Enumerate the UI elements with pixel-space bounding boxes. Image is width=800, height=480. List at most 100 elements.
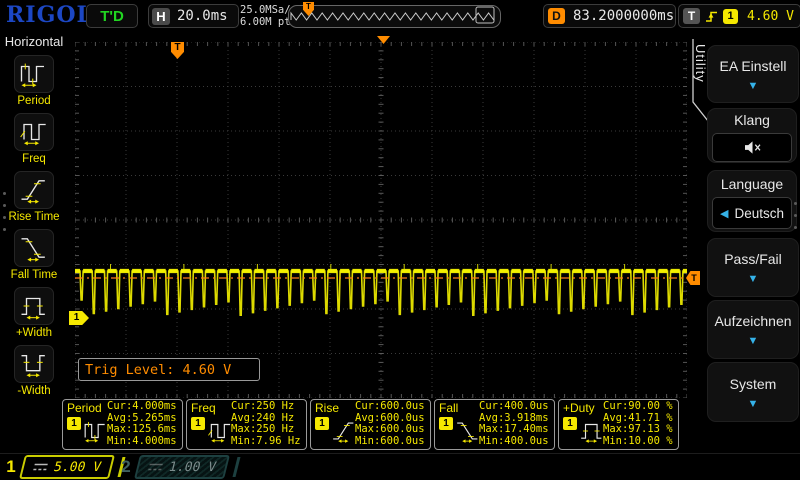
menu-item-label: +Width xyxy=(16,327,52,339)
value-label: Cur: xyxy=(603,400,628,412)
horizontal-timebase-block: H 20.0ms xyxy=(148,4,239,28)
value: 3.918ms xyxy=(504,412,548,424)
measurement-name: Freq xyxy=(191,401,216,415)
channel2-badge[interactable]: 2 1.00 V xyxy=(118,456,238,478)
channel-number: 1 xyxy=(3,457,19,477)
rising-edge-icon xyxy=(705,9,718,23)
trigger-status-text: T'D xyxy=(100,8,124,25)
period-icon xyxy=(83,418,109,444)
dc-coupling-icon xyxy=(32,462,49,472)
delay-block: D 83.2000000ms xyxy=(543,4,676,28)
graticule-and-waveform xyxy=(75,42,687,398)
value: 125.6ms xyxy=(132,423,176,435)
value-label: Avg: xyxy=(603,412,628,424)
channel-badge: 1 xyxy=(315,417,329,430)
measurement-row: Min:600.0us xyxy=(355,436,425,448)
menu-button-pass-fail[interactable]: Pass/Fail ▼ xyxy=(707,238,799,297)
value-label: Min: xyxy=(231,435,256,447)
measurement-values: Cur:600.0us Avg:600.0us Max:600.0us Min:… xyxy=(355,401,425,447)
value-label: Max: xyxy=(355,423,380,435)
trigger-block: T 1 4.60 V xyxy=(678,4,800,28)
timebase-value: 20.0ms xyxy=(177,8,228,24)
measurement-rise: Rise 1 Cur:600.0us Avg:600.0us Max:600.0… xyxy=(310,399,431,450)
menu-item-label: -Width xyxy=(17,385,50,397)
value-label: Max: xyxy=(603,423,628,435)
measurement-row: Min:7.96 Hz xyxy=(231,436,301,448)
fall-time-icon xyxy=(455,418,481,444)
dc-coupling-icon xyxy=(147,462,164,472)
value-label: Max: xyxy=(231,423,256,435)
button-label: Language xyxy=(721,176,783,192)
fall-time-icon xyxy=(19,233,49,263)
value: 41.71 % xyxy=(628,412,672,424)
menu-button-ea-einstell[interactable]: EA Einstell ▼ xyxy=(707,45,799,103)
measurement-values: Cur:4.000ms Avg:5.265ms Max:125.6ms Min:… xyxy=(107,401,177,447)
menu-button-system[interactable]: System ▼ xyxy=(707,362,799,422)
value-label: Avg: xyxy=(479,412,504,424)
measurement-values: Cur:400.0us Avg:3.918ms Max:17.40ms Min:… xyxy=(479,401,549,447)
measurement-row: Min:4.000ms xyxy=(107,436,177,448)
channel-badge: 1 xyxy=(563,417,577,430)
channel-stripe xyxy=(228,457,240,477)
rigol-logo: RIGOL xyxy=(6,2,93,28)
channel1-badge[interactable]: 1 5.00 V xyxy=(3,456,123,478)
chevron-down-icon: ▼ xyxy=(748,81,759,91)
value-label: Cur: xyxy=(107,400,132,412)
neg-width-icon xyxy=(19,349,49,379)
trigger-level-value: 4.60 V xyxy=(747,9,794,24)
value: 4.000ms xyxy=(132,435,176,447)
measurement-bar: Period 1 Cur:4.000ms Avg:5.265ms Max:125… xyxy=(0,398,692,453)
menu-item-fall-time[interactable]: Fall Time xyxy=(0,229,68,281)
channel-scale: 1.00 V xyxy=(167,460,218,475)
menu-item-freq[interactable]: Freq xyxy=(0,113,68,165)
chevron-left-icon: ◀ xyxy=(720,207,728,220)
value-label: Max: xyxy=(107,423,132,435)
menu-page-indicator xyxy=(794,202,797,229)
measurement-row: Min:10.00 % xyxy=(603,436,673,448)
menu-scroll-indicator xyxy=(3,192,6,231)
measurement-values: Cur:250 Hz Avg:240 Hz Max:250 Hz Min:7.9… xyxy=(231,401,301,447)
rise-time-icon xyxy=(331,418,357,444)
period-icon xyxy=(19,59,49,89)
menu-button-aufzeichnen[interactable]: Aufzeichnen ▼ xyxy=(707,300,799,359)
menu-item-label: Period xyxy=(17,95,50,107)
value-label: Min: xyxy=(107,435,132,447)
button-label: System xyxy=(730,376,777,392)
menu-button-language[interactable]: Language ◀ Deutsch xyxy=(707,170,797,232)
preview-waveform xyxy=(289,6,498,25)
value: 17.40ms xyxy=(504,423,548,435)
utility-menu: Utility EA Einstell ▼ Klang Language ◀ D… xyxy=(692,32,800,453)
menu-button-klang[interactable]: Klang xyxy=(707,108,797,163)
trigger-status-badge: T'D xyxy=(86,4,138,28)
channel-badge: 1 xyxy=(439,417,453,430)
menu-item-period[interactable]: Period xyxy=(0,55,68,107)
button-label: Aufzeichnen xyxy=(714,313,791,329)
speaker-muted-icon xyxy=(743,140,762,155)
value: 7.96 Hz xyxy=(256,435,300,447)
value: 250 Hz xyxy=(256,400,294,412)
value: 600.0us xyxy=(380,423,424,435)
waveform-memory-preview: T xyxy=(288,5,501,28)
measurement-row: Min:400.0us xyxy=(479,436,549,448)
measurement-duty: +Duty 1 Cur:90.00 % Avg:41.71 % Max:97.1… xyxy=(558,399,679,450)
value-label: Min: xyxy=(603,435,628,447)
value: 400.0us xyxy=(504,400,548,412)
utility-tab-label: Utility xyxy=(693,44,708,83)
delay-label: D xyxy=(548,8,565,24)
measurement-name: +Duty xyxy=(563,401,595,415)
menu-item-label: Fall Time xyxy=(11,269,58,281)
menu-item-label: Rise Time xyxy=(8,211,59,223)
measurement-period: Period 1 Cur:4.000ms Avg:5.265ms Max:125… xyxy=(62,399,183,450)
value: 4.000ms xyxy=(132,400,176,412)
menu-item-pos-width[interactable]: +Width xyxy=(0,287,68,339)
trig-level-message: Trig Level: 4.60 V xyxy=(78,358,260,381)
menu-item-neg-width[interactable]: -Width xyxy=(0,345,68,397)
chevron-down-icon: ▼ xyxy=(748,274,759,284)
value: 240 Hz xyxy=(256,412,294,424)
language-setting-box: ◀ Deutsch xyxy=(712,197,792,229)
measurement-name: Fall xyxy=(439,401,458,415)
menu-item-rise-time[interactable]: Rise Time xyxy=(0,171,68,223)
button-label: EA Einstell xyxy=(720,58,787,74)
channel-badge: 1 xyxy=(191,417,205,430)
delay-value: 83.2000000ms xyxy=(573,8,674,24)
